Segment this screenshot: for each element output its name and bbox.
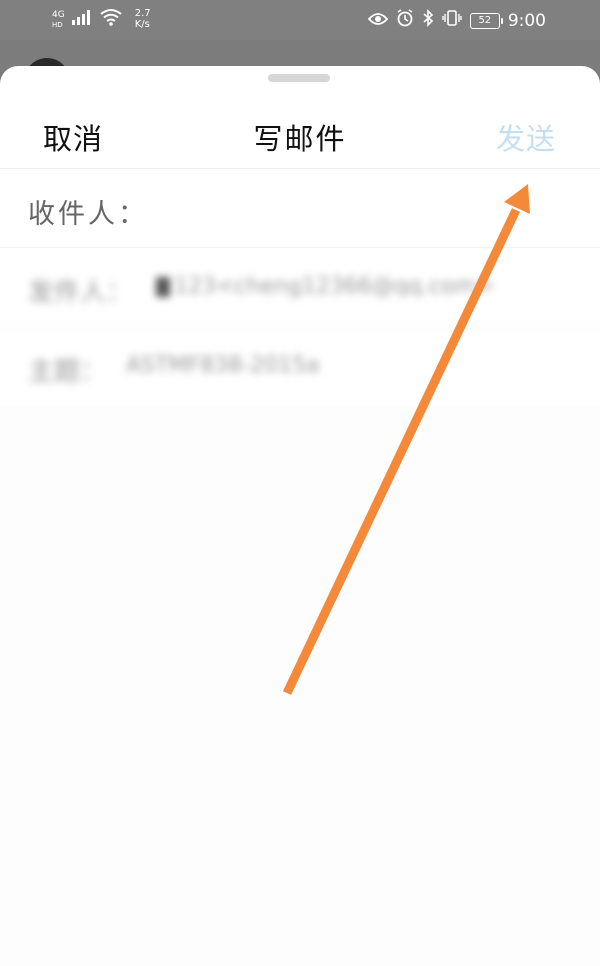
compose-sheet: 取消 写邮件 发送 收件人： 发件人： 123<cheng12366@qq.co… (0, 66, 600, 966)
compose-header: 取消 写邮件 发送 (0, 102, 600, 169)
message-body[interactable] (0, 406, 600, 966)
status-left: 4G HD 2.7 K/s (52, 8, 151, 30)
subject-row[interactable]: 主题： ASTMF838-2015a (0, 327, 600, 405)
sender-value: 123<cheng12366@qq.com> (156, 274, 494, 299)
send-button[interactable]: 发送 (496, 116, 556, 158)
subject-value: ASTMF838-2015a (126, 353, 320, 378)
network-type-label: 4G (52, 10, 65, 20)
drag-handle[interactable] (268, 74, 330, 82)
recipient-row[interactable]: 收件人： (0, 169, 600, 248)
signal-icon (71, 8, 93, 26)
wifi-icon (99, 8, 123, 26)
network-sub-label: HD (52, 21, 63, 29)
status-right: 52 9:00 (367, 9, 546, 32)
battery-level: 52 (478, 15, 492, 26)
speed-value: 2.7 (134, 8, 151, 19)
subject-label: 主题： (28, 357, 107, 387)
status-bar: 4G HD 2.7 K/s 52 9:00 (0, 0, 600, 40)
bluetooth-icon (422, 9, 434, 32)
status-time: 9:00 (507, 10, 546, 31)
alarm-icon (396, 9, 414, 32)
speed-unit: K/s (134, 19, 150, 30)
vibrate-icon (442, 9, 462, 32)
sender-label: 发件人： (28, 278, 133, 308)
eye-icon (367, 11, 389, 31)
sender-address: 123<cheng12366@qq.com> (174, 274, 495, 299)
recipient-label: 收件人： (28, 199, 148, 230)
recipient-input[interactable] (145, 185, 569, 231)
sender-row[interactable]: 发件人： 123<cheng12366@qq.com> (0, 248, 600, 327)
sender-avatar-icon (156, 277, 170, 297)
network-speed: 2.7 K/s (135, 8, 151, 30)
battery-icon: 52 (469, 12, 503, 29)
network-type: 4G HD (52, 10, 65, 30)
